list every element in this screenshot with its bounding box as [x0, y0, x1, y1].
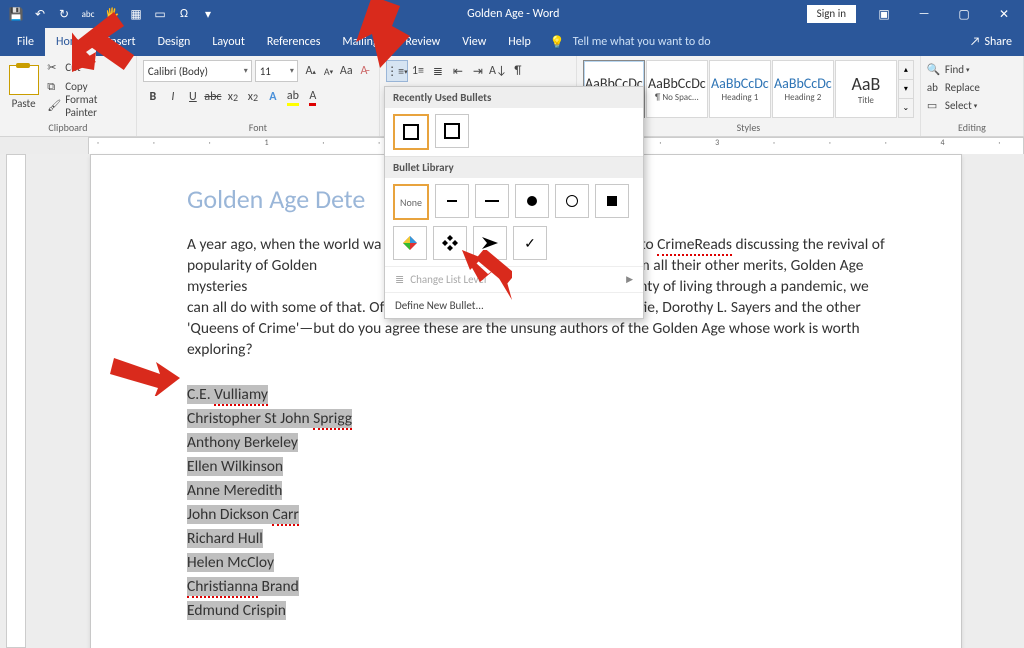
select-icon: ▭	[927, 99, 941, 112]
paste-button[interactable]: Paste	[6, 58, 41, 116]
sign-in-button[interactable]: Sign in	[807, 5, 856, 23]
replace-button[interactable]: abReplace	[927, 78, 1017, 96]
recent-bullet-square-2[interactable]	[435, 114, 469, 148]
shrink-font-icon[interactable]: A▾	[320, 61, 338, 81]
tab-file[interactable]: File	[6, 28, 45, 56]
scissors-icon: ✂	[47, 61, 61, 75]
change-list-level: ≣ Change List Level ▶	[385, 266, 643, 292]
tab-view[interactable]: View	[451, 28, 497, 56]
format-painter-button[interactable]: 🖌Format Painter	[47, 97, 130, 115]
show-marks-icon[interactable]: ¶	[508, 61, 528, 81]
window-buttons: Sign in ▣ — ▢ ✕	[807, 0, 1024, 28]
picture-icon[interactable]: ▭	[148, 2, 172, 26]
annotation-arrow-4	[110, 346, 180, 396]
strikethrough-button[interactable]: abc	[203, 87, 223, 107]
authors-list: C.E. VulliamyChristopher St John SpriggA…	[187, 383, 891, 623]
annotation-arrow-1	[350, 0, 410, 72]
recent-bullet-square[interactable]	[393, 114, 429, 150]
font-label: Font	[143, 119, 373, 136]
tell-me[interactable]: 💡Tell me what you want to do	[550, 35, 711, 50]
close-button[interactable]: ✕	[984, 0, 1024, 28]
style-heading-1[interactable]: AaBbCcDcHeading 1	[709, 60, 771, 118]
style-title[interactable]: AaBTitle	[835, 60, 897, 118]
recent-bullets-header: Recently Used Bullets	[385, 87, 643, 108]
tab-references[interactable]: References	[256, 28, 332, 56]
clipboard-icon	[9, 65, 39, 95]
replace-icon: ab	[927, 81, 941, 94]
group-editing: 🔍Find▾ abReplace ▭Select▾ Editing	[921, 56, 1024, 136]
bullet-dash[interactable]	[475, 184, 509, 218]
copy-icon: ⧉	[47, 80, 61, 94]
share-button[interactable]: ↗Share	[970, 35, 1012, 49]
styles-scroll-up[interactable]: ▴	[899, 61, 913, 79]
spelling-error[interactable]: CrimeReads	[657, 235, 732, 256]
group-font: Calibri (Body) 11 A▴ A▾ Aa A̶ B I U abc …	[137, 56, 380, 136]
save-icon[interactable]: 💾	[4, 2, 28, 26]
sort-icon[interactable]: A↓	[488, 61, 508, 81]
styles-scroll-down[interactable]: ▾	[899, 79, 913, 98]
style-heading-2[interactable]: AaBbCcDcHeading 2	[772, 60, 834, 118]
highlight-icon[interactable]: ab	[283, 87, 303, 107]
font-color-icon[interactable]: A	[303, 87, 323, 107]
subscript-button[interactable]: x2	[223, 87, 243, 107]
qat-more-icon[interactable]: ▾	[196, 2, 220, 26]
define-new-bullet[interactable]: Define New Bullet...	[385, 292, 643, 318]
decrease-indent-icon[interactable]: ⇤	[448, 61, 468, 81]
editing-label: Editing	[927, 119, 1017, 136]
clipboard-label: Clipboard	[6, 119, 130, 136]
bullet-library-header: Bullet Library	[385, 156, 643, 178]
superscript-button[interactable]: x2	[243, 87, 263, 107]
bullets-dropdown: Recently Used Bullets Bullet Library Non…	[384, 86, 644, 319]
tab-layout[interactable]: Layout	[201, 28, 256, 56]
annotation-arrow-2	[72, 12, 142, 72]
find-icon: 🔍	[927, 63, 941, 76]
title-bar: 💾 ↶ ↻ abc 🖐 ▦ ▭ Ω ▾ Golden Age - Word Si…	[0, 0, 1024, 28]
bold-button[interactable]: B	[143, 87, 163, 107]
bullet-disc[interactable]	[515, 184, 549, 218]
tab-design[interactable]: Design	[147, 28, 202, 56]
minimize-button[interactable]: —	[904, 0, 944, 28]
annotation-arrow-3	[462, 250, 512, 300]
increase-indent-icon[interactable]: ⇥	[468, 61, 488, 81]
style-no-spacing[interactable]: AaBbCcDc¶ No Spac...	[646, 60, 708, 118]
list-level-icon: ≣	[395, 273, 404, 286]
maximize-button[interactable]: ▢	[944, 0, 984, 28]
font-name-combo[interactable]: Calibri (Body)	[143, 60, 252, 82]
word-window: 💾 ↶ ↻ abc 🖐 ▦ ▭ Ω ▾ Golden Age - Word Si…	[0, 0, 1024, 648]
find-button[interactable]: 🔍Find▾	[927, 60, 1017, 78]
italic-button[interactable]: I	[163, 87, 183, 107]
styles-expand[interactable]: ⌄	[899, 98, 913, 117]
bullet-square-fill[interactable]	[595, 184, 629, 218]
bullet-hyphen[interactable]	[435, 184, 469, 218]
bullet-4color[interactable]	[393, 226, 427, 260]
paintbrush-icon: 🖌	[47, 99, 61, 113]
font-size-combo[interactable]: 11	[255, 60, 298, 82]
text-effects-icon[interactable]: A	[263, 87, 283, 107]
multilevel-button[interactable]: ≣	[428, 61, 448, 81]
bullet-none[interactable]: None	[393, 184, 429, 220]
select-button[interactable]: ▭Select▾	[927, 96, 1017, 114]
underline-button[interactable]: U	[183, 87, 203, 107]
tab-help[interactable]: Help	[497, 28, 542, 56]
undo-icon[interactable]: ↶	[28, 2, 52, 26]
bullet-check[interactable]: ✓	[513, 226, 547, 260]
numbering-button[interactable]: 1≡	[408, 61, 428, 81]
lightbulb-icon: 💡	[550, 35, 565, 50]
vertical-ruler[interactable]	[6, 154, 26, 648]
chevron-right-icon: ▶	[626, 274, 633, 285]
bullet-circle[interactable]	[555, 184, 589, 218]
grow-font-icon[interactable]: A▴	[302, 61, 320, 81]
share-icon: ↗	[970, 35, 981, 49]
document-title: Golden Age - Word	[220, 7, 807, 21]
ribbon-tabs: File Home Insert Design Layout Reference…	[0, 28, 1024, 56]
omega-icon[interactable]: Ω	[172, 2, 196, 26]
ribbon-options-icon[interactable]: ▣	[864, 0, 904, 28]
